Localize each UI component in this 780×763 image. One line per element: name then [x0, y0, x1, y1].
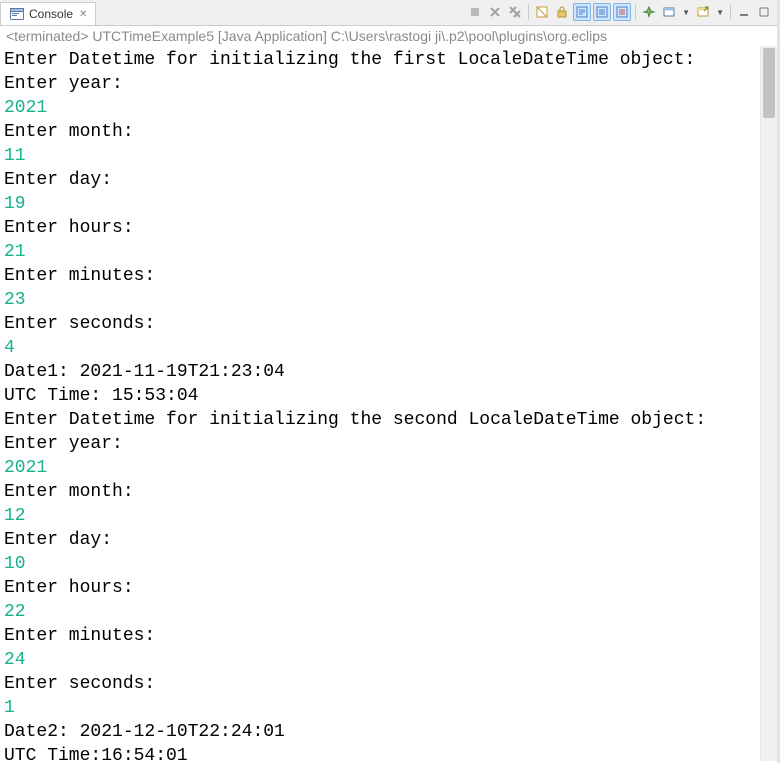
remove-all-terminated-icon[interactable]: [506, 3, 524, 21]
console-input-line: 24: [4, 648, 756, 672]
console-output-line: Enter Datetime for initializing the seco…: [4, 408, 756, 432]
console-output-line: Enter seconds:: [4, 312, 756, 336]
console-output-line: Enter year:: [4, 432, 756, 456]
console-input-line: 2021: [4, 96, 756, 120]
console-output-line: Enter minutes:: [4, 624, 756, 648]
console-input-line: 19: [4, 192, 756, 216]
view-tab-bar: Console ✕: [0, 0, 777, 26]
clear-console-icon[interactable]: [533, 3, 551, 21]
console-output-line: UTC Time: 15:53:04: [4, 384, 756, 408]
console-tab-label: Console: [29, 7, 73, 21]
console-tab[interactable]: Console ✕: [0, 2, 96, 25]
console-output-line: Enter day:: [4, 528, 756, 552]
remove-launch-icon[interactable]: [486, 3, 504, 21]
console-icon: [9, 6, 25, 22]
launch-status-text: <terminated> UTCTimeExample5 [Java Appli…: [0, 26, 777, 46]
console-output-line: Enter minutes:: [4, 264, 756, 288]
terminate-icon[interactable]: [466, 3, 484, 21]
console-output[interactable]: Enter Datetime for initializing the firs…: [0, 46, 760, 761]
console-input-line: 11: [4, 144, 756, 168]
console-output-line: Enter hours:: [4, 576, 756, 600]
console-output-line: Enter Datetime for initializing the firs…: [4, 48, 756, 72]
word-wrap-icon[interactable]: [573, 3, 591, 21]
console-output-line: Enter hours:: [4, 216, 756, 240]
display-selected-console-icon[interactable]: [660, 3, 678, 21]
scroll-thumb[interactable]: [763, 48, 775, 118]
console-output-line: Date2: 2021-12-10T22:24:01: [4, 720, 756, 744]
maximize-icon[interactable]: [755, 3, 773, 21]
console-toolbar: ▼ ▼: [466, 3, 773, 21]
console-output-line: Enter year:: [4, 72, 756, 96]
show-standard-out-icon[interactable]: [593, 3, 611, 21]
console-input-line: 21: [4, 240, 756, 264]
console-output-line: Enter day:: [4, 168, 756, 192]
console-input-line: 2021: [4, 456, 756, 480]
toolbar-separator: [635, 4, 636, 20]
dropdown-arrow-icon[interactable]: ▼: [680, 8, 692, 17]
tab-close-icon[interactable]: ✕: [79, 9, 87, 20]
console-output-line: UTC Time:16:54:01: [4, 744, 756, 761]
console-input-line: 10: [4, 552, 756, 576]
pin-console-icon[interactable]: [640, 3, 658, 21]
console-output-line: Enter month:: [4, 120, 756, 144]
console-output-line: Date1: 2021-11-19T21:23:04: [4, 360, 756, 384]
console-input-line: 1: [4, 696, 756, 720]
console-input-line: 12: [4, 504, 756, 528]
minimize-icon[interactable]: [735, 3, 753, 21]
console-input-line: 22: [4, 600, 756, 624]
open-console-icon[interactable]: [694, 3, 712, 21]
vertical-scrollbar[interactable]: [760, 46, 777, 761]
toolbar-separator: [528, 4, 529, 20]
dropdown-arrow-icon[interactable]: ▼: [714, 8, 726, 17]
console-input-line: 4: [4, 336, 756, 360]
show-standard-error-icon[interactable]: [613, 3, 631, 21]
console-output-line: Enter month:: [4, 480, 756, 504]
scroll-lock-icon[interactable]: [553, 3, 571, 21]
console-input-line: 23: [4, 288, 756, 312]
toolbar-separator: [730, 4, 731, 20]
console-area: Enter Datetime for initializing the firs…: [0, 46, 777, 761]
console-output-line: Enter seconds:: [4, 672, 756, 696]
